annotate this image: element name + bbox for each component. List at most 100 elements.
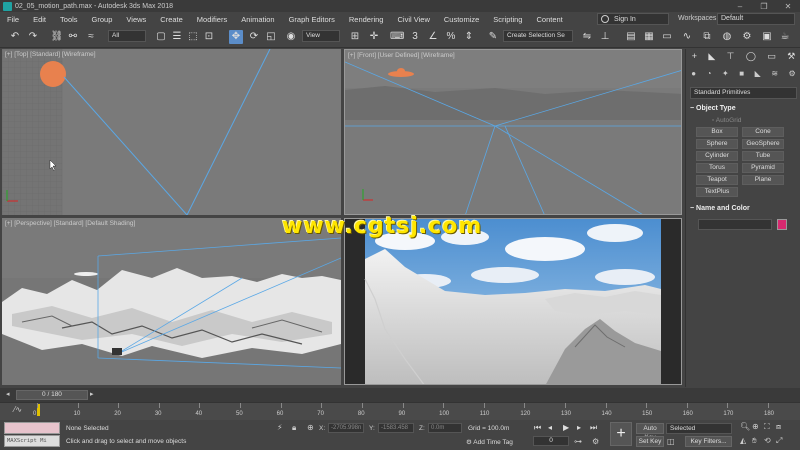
autogrid-checkbox[interactable]: ▫ AutoGrid [712,117,741,124]
mirror-icon[interactable]: ⇋ [580,30,594,44]
maxscript-mini-listener[interactable]: MAXScript Mi [4,435,60,447]
material-editor-icon[interactable]: ◍ [720,30,734,44]
perspective-viewport-label[interactable]: [+] [Perspective] [Standard] [Default Sh… [5,220,135,227]
x-coord-field[interactable]: -2705.998n [328,423,364,433]
systems-icon[interactable]: ⚙ [789,69,796,81]
align-icon[interactable]: ⊥ [598,30,612,44]
top-viewport-label[interactable]: [+] [Top] [Standard] [Wireframe] [5,51,96,58]
schematic-view-icon[interactable]: ⧉ [700,30,714,44]
maximize-button[interactable]: ❐ [752,2,776,11]
sphere-button[interactable]: Sphere [696,139,738,149]
object-name-input[interactable] [698,219,772,230]
zoom-extents-all-icon[interactable]: ⧈ [776,422,781,432]
zoom-icon[interactable]: 🔍︎ [740,422,750,431]
isolate-selection-icon[interactable]: ⚡ [277,423,283,432]
edit-named-selection-icon[interactable]: ✎ [486,30,500,44]
menu-animation[interactable]: Animation [234,15,281,24]
cylinder-button[interactable]: Cylinder [696,151,738,161]
shapes-icon[interactable]: ◔ [707,69,712,81]
key-mode-dropdown[interactable]: Selected [666,423,732,434]
select-by-name-icon[interactable]: ☰ [170,30,184,44]
previous-frame-icon[interactable]: ◂ [548,423,552,432]
set-key-button[interactable]: Set Key [636,436,664,447]
unlink-icon[interactable]: ⚯ [66,30,80,44]
cone-button[interactable]: Cone [742,127,784,137]
name-color-rollout-title[interactable]: − Name and Color [690,205,750,212]
track-bar[interactable]: ⁄∿ 0 10 20 30 40 50 60 70 80 90 100 110 120 130 140 150… [0,402,800,420]
perspective-viewport[interactable]: [+] [Perspective] [Standard] [Default Sh… [2,218,341,385]
spacewarps-icon[interactable]: ≋ [771,69,778,81]
close-button[interactable]: ✕ [776,2,800,11]
primitive-category-dropdown[interactable]: Standard Primitives [690,87,797,99]
select-scale-icon[interactable]: ◱ [264,30,278,44]
menu-edit[interactable]: Edit [26,15,53,24]
percent-snap-icon[interactable]: % [444,30,458,44]
menu-graph-editors[interactable]: Graph Editors [282,15,342,24]
ribbon-icon[interactable]: ▭ [660,30,674,44]
bind-spacewarp-icon[interactable]: ≈ [84,30,98,44]
object-type-rollout-title[interactable]: − Object Type [690,105,736,112]
lights-icon[interactable]: ✦ [722,69,729,81]
play-icon[interactable]: ▶ [563,423,569,432]
orbit-icon[interactable]: ⟲ [764,436,771,445]
camera-viewport[interactable] [344,218,682,385]
absolute-mode-icon[interactable]: ⊕ [307,423,314,432]
minimize-button[interactable]: – [728,2,752,11]
snaps-toggle-icon[interactable]: 3 [408,30,422,44]
menu-content[interactable]: Content [529,15,569,24]
time-slider-next-icon[interactable]: ▸ [90,390,94,398]
curve-editor-mini-icon[interactable]: ⁄∿ [14,405,22,414]
select-object-icon[interactable]: ▢ [154,30,168,44]
menu-views[interactable]: Views [119,15,153,24]
z-coord-field[interactable]: 0.0m [428,423,462,433]
next-frame-icon[interactable]: ▸ [577,423,581,432]
sign-in-button[interactable]: Sign In [597,13,669,25]
menu-tools[interactable]: Tools [53,15,85,24]
auto-key-button[interactable]: Auto Key [636,423,664,441]
window-crossing-icon[interactable]: ⊡ [202,30,216,44]
angle-snap-icon[interactable]: ∠ [426,30,440,44]
time-slider-prev-icon[interactable]: ◂ [6,390,10,398]
motion-tab-icon[interactable]: ◯ [746,51,756,65]
modify-tab-icon[interactable]: ◣ [708,51,715,65]
top-viewport[interactable]: [+] [Top] [Standard] [Wireframe] [2,49,341,215]
y-coord-field[interactable]: -1583.458 [378,423,414,433]
set-keys-button[interactable]: + [610,422,632,446]
selection-set-dropdown[interactable]: Create Selection Se [503,30,573,42]
box-button[interactable]: Box [696,127,738,137]
use-pivot-icon[interactable]: ⊞ [348,30,362,44]
torus-button[interactable]: Torus [696,163,738,173]
select-rotate-icon[interactable]: ⟳ [247,30,261,44]
maximize-viewport-icon[interactable]: ⤢ [776,436,782,446]
time-slider[interactable]: ◂ 0 / 180 ▸ [0,388,800,402]
menu-create[interactable]: Create [153,15,190,24]
scene-explorer-icon[interactable]: ▤ [624,30,638,44]
select-move-icon[interactable]: ✥ [229,30,243,44]
create-tab-icon[interactable]: + [692,51,697,65]
place-icon[interactable]: ◉ [284,30,298,44]
link-icon[interactable]: ⛓ [50,30,64,44]
plane-button[interactable]: Plane [742,175,784,185]
rendered-frame-icon[interactable]: ▣ [760,30,774,44]
default-in-out-icon[interactable]: ◫ [667,437,675,446]
menu-civil-view[interactable]: Civil View [390,15,436,24]
key-filters-button[interactable]: Key Filters... [685,436,732,447]
undo-icon[interactable]: ↶ [8,30,22,44]
render-setup-icon[interactable]: ⚙ [740,30,754,44]
textplus-button[interactable]: TextPlus [696,187,738,197]
menu-scripting[interactable]: Scripting [486,15,529,24]
display-tab-icon[interactable]: ▭ [767,51,776,65]
tube-button[interactable]: Tube [742,151,784,161]
selection-lock-icon[interactable]: 🔒︎ [292,423,296,433]
teapot-button[interactable]: Teapot [696,175,738,185]
reference-coordinate-dropdown[interactable]: View [302,30,340,42]
workspace-dropdown[interactable]: Default [717,13,795,25]
helpers-icon[interactable]: ◣ [755,69,761,81]
redo-icon[interactable]: ↷ [26,30,40,44]
menu-rendering[interactable]: Rendering [342,15,391,24]
keyboard-shortcut-icon[interactable]: ⌨ [390,30,404,44]
utilities-tab-icon[interactable]: ⚒ [787,51,795,65]
time-slider-handle[interactable]: 0 / 180 [16,390,88,400]
layer-explorer-icon[interactable]: ▦ [642,30,656,44]
menu-file[interactable]: File [0,15,26,24]
